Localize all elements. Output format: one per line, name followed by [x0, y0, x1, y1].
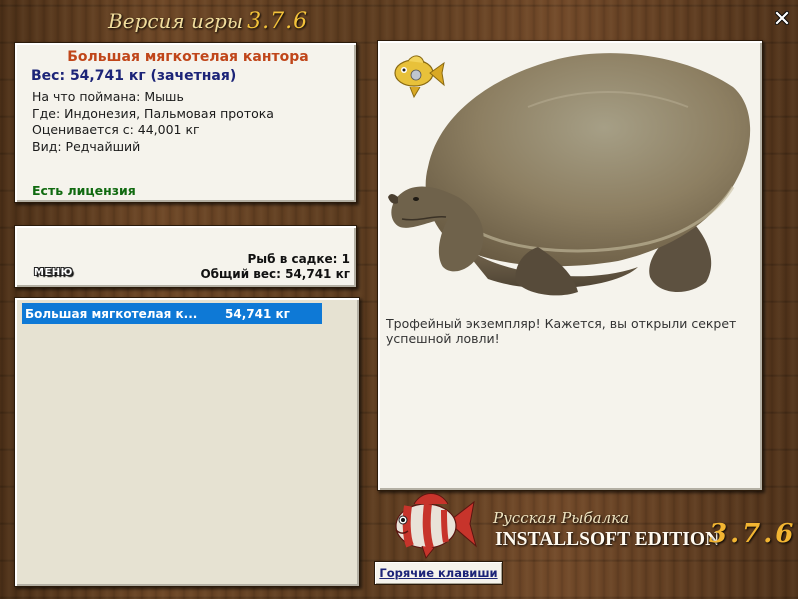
- list-item[interactable]: Большая мягкотелая к... 54,741 кг: [22, 303, 322, 324]
- total-weight: Общий вес: 54,741 кг: [200, 267, 350, 281]
- rarity-info: Вид: Редчайший: [32, 138, 141, 154]
- window-title-text: Версия игры: [108, 9, 244, 33]
- keepnet-list[interactable]: Большая мягкотелая к... 54,741 кг: [14, 297, 360, 587]
- list-item-name: Большая мягкотелая к...: [25, 306, 198, 321]
- fish-picture-panel: Трофейный экземпляр! Кажется, вы открыли…: [377, 40, 763, 491]
- window-title: Версия игры 3.7.6: [108, 9, 308, 34]
- valuation-info: Оценивается с: 44,001 кг: [32, 122, 200, 137]
- game-branding: Русская Рыбалка INSTALLSOFT EDITION 3.7.…: [386, 488, 796, 560]
- version-number: 3.7.6: [247, 9, 309, 34]
- fish-description: Трофейный экземпляр! Кажется, вы открыли…: [386, 316, 737, 346]
- hotkeys-label: Горячие клавиши: [379, 566, 498, 580]
- brand-version: 3.7.6: [709, 519, 797, 549]
- keepnet-stats: Рыб в садке: 1 Общий вес: 54,741 кг: [200, 252, 350, 282]
- fish-name: Большая мягкотелая кантора: [67, 49, 309, 65]
- brand-edition: INSTALLSOFT EDITION: [495, 529, 720, 550]
- location-info: Где: Индонезия, Пальмовая протока: [32, 105, 274, 121]
- list-item-weight: 54,741 кг: [225, 306, 290, 321]
- catch-details: На что поймана: Мышь Где: Индонезия, Пал…: [32, 89, 344, 155]
- red-white-fish-logo: [395, 493, 477, 560]
- catch-info-panel: Большая мягкотелая кантора Вес: 54,741 к…: [14, 42, 357, 203]
- hotkeys-button[interactable]: Горячие клавиши: [374, 561, 503, 585]
- gold-fish-trophy-icon: [394, 55, 445, 99]
- fish-count: Рыб в садке: 1: [247, 252, 351, 266]
- close-icon: [775, 11, 789, 25]
- keepnet-stats-panel: МЕНЮ Рыб в садке: 1 Общий вес: 54,741 кг: [14, 225, 357, 288]
- menu-button[interactable]: МЕНЮ: [34, 267, 73, 278]
- bait-info: На что поймана: Мышь: [32, 89, 184, 104]
- close-button[interactable]: [772, 8, 792, 28]
- brand-title: Русская Рыбалка: [493, 509, 630, 527]
- fish-weight: Вес: 54,741 кг (зачетная): [31, 68, 237, 84]
- license-status: Есть лицензия: [32, 183, 136, 198]
- soft-shell-turtle-image: [388, 53, 751, 296]
